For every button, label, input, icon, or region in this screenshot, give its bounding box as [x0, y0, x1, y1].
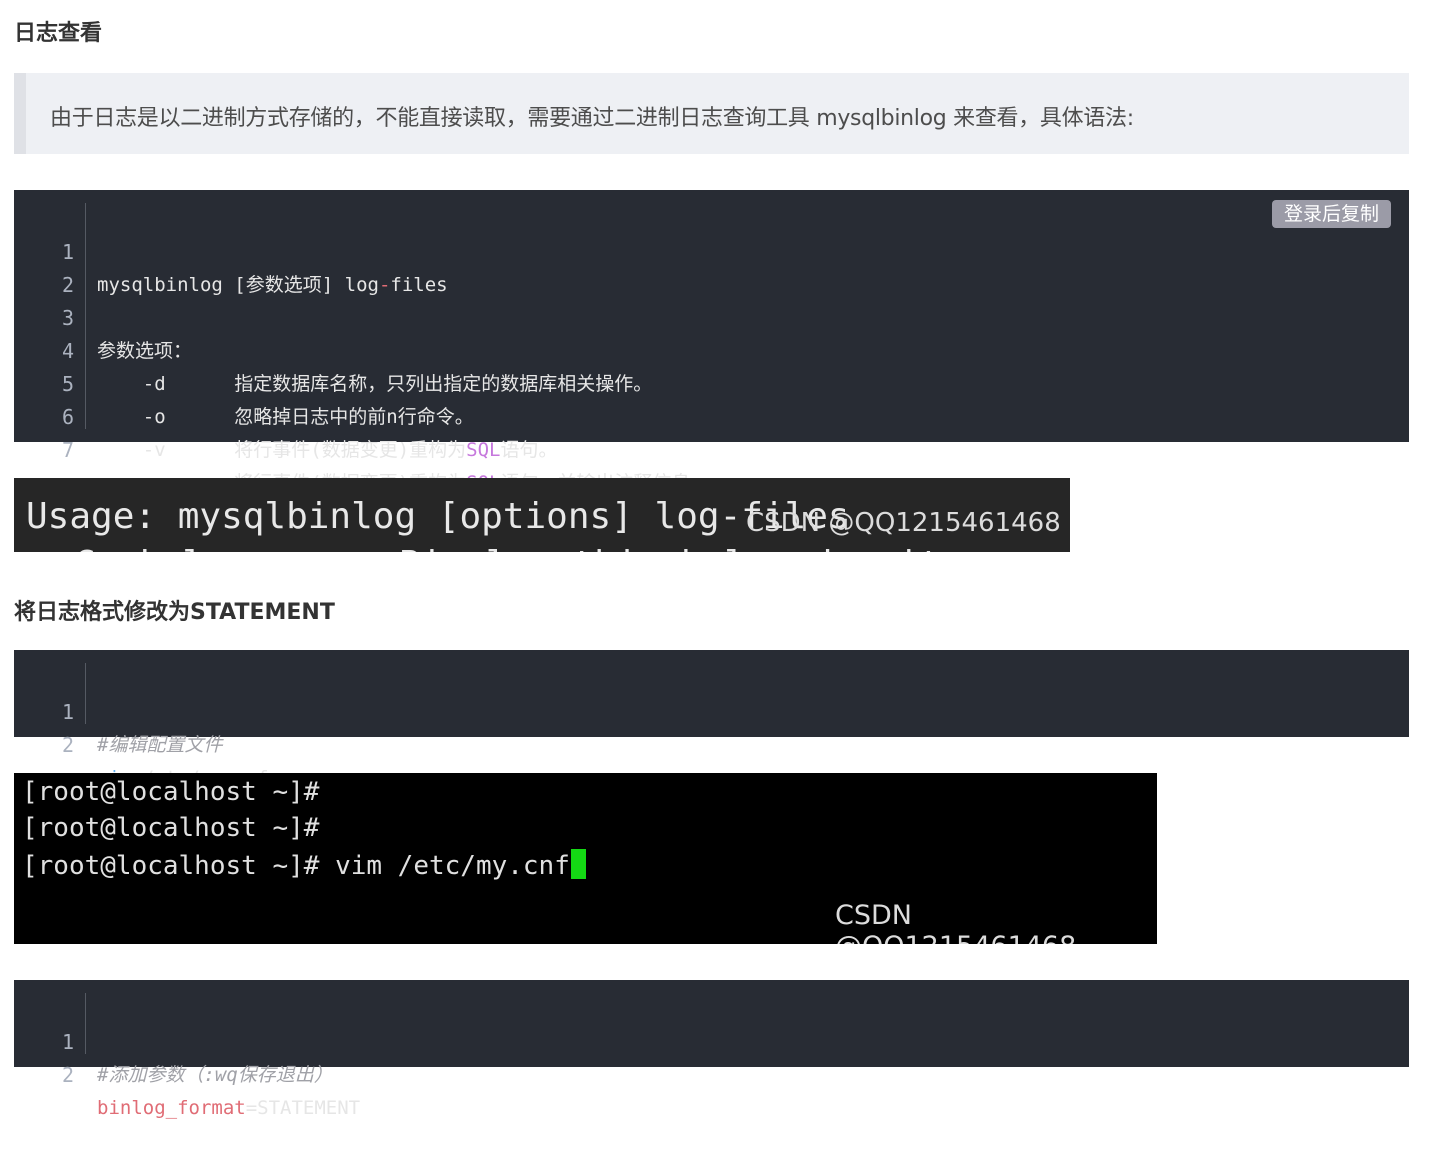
code-line: 2 vim /etc/my.cnf	[14, 696, 1409, 789]
code-line: 7 -w 将行事件(数据变更)重构为SQL语句，并输出注释信息。	[14, 401, 1409, 494]
code-line: 2 binlog_format=STATEMENT	[14, 1026, 1409, 1119]
code-line: 2	[14, 236, 1409, 297]
code-text: -v 将行事件(数据变更)重构为SQL语句。	[97, 439, 558, 461]
line-number: 2	[61, 733, 74, 757]
quote-text: 由于日志是以二进制方式存储的，不能直接读取，需要通过二进制日志查询工具 mysq…	[50, 106, 1134, 131]
cut-off-text: C k l Bi l thi b l d it	[74, 544, 941, 552]
code-line: 1 mysqlbinlog [参数选项] log-files	[14, 203, 1409, 296]
watermark: CSDN @QQ1215461468	[746, 508, 1061, 538]
line-number: 2	[61, 1063, 74, 1087]
code-line: 4 -d 指定数据库名称，只列出指定的数据库相关操作。	[14, 302, 1409, 395]
code-line: 3 参数选项：	[14, 269, 1409, 362]
terminal-line-with-cursor: [root@localhost ~]# vim /etc/my.cnf	[22, 849, 586, 881]
section-heading-statement: 将日志格式修改为STATEMENT	[14, 600, 335, 625]
usage-text: Usage: mysqlbinlog [options] log-files	[26, 496, 850, 537]
line-number: 7	[61, 438, 74, 462]
code-block-mysqlbinlog: 登录后复制 1 mysqlbinlog [参数选项] log-files 2 3…	[14, 190, 1409, 494]
section-heading-log-view: 日志查看	[14, 21, 103, 46]
code-text: binlog_format=STATEMENT	[97, 1097, 361, 1119]
blockquote: 由于日志是以二进制方式存储的，不能直接读取，需要通过二进制日志查询工具 mysq…	[14, 73, 1409, 154]
usage-screenshot-image: Usage: mysqlbinlog [options] log-files C…	[14, 478, 1070, 552]
terminal-line: [root@localhost ~]#	[22, 777, 320, 807]
terminal-line: [root@localhost ~]#	[22, 813, 320, 843]
code-block-edit-config: 1 #编辑配置文件 2 vim /etc/my.cnf	[14, 650, 1409, 789]
terminal-screenshot-image: [root@localhost ~]# [root@localhost ~]# …	[14, 773, 1157, 944]
terminal-cursor	[570, 849, 586, 879]
code-line: 1 #添加参数（:wq保存退出）	[14, 993, 1409, 1086]
code-comment: #添加参数（:wq保存退出）	[97, 1064, 333, 1086]
code-line: 1 #编辑配置文件	[14, 663, 1409, 756]
code-line: 6 -v 将行事件(数据变更)重构为SQL语句。	[14, 368, 1409, 461]
code-comment: #编辑配置文件	[97, 734, 223, 756]
watermark: CSDN @QQ1215461468	[835, 900, 1076, 944]
code-line: 5 -o 忽略掉日志中的前n行命令。	[14, 335, 1409, 428]
code-block-add-param: 1 #添加参数（:wq保存退出） 2 binlog_format=STATEME…	[14, 980, 1409, 1119]
